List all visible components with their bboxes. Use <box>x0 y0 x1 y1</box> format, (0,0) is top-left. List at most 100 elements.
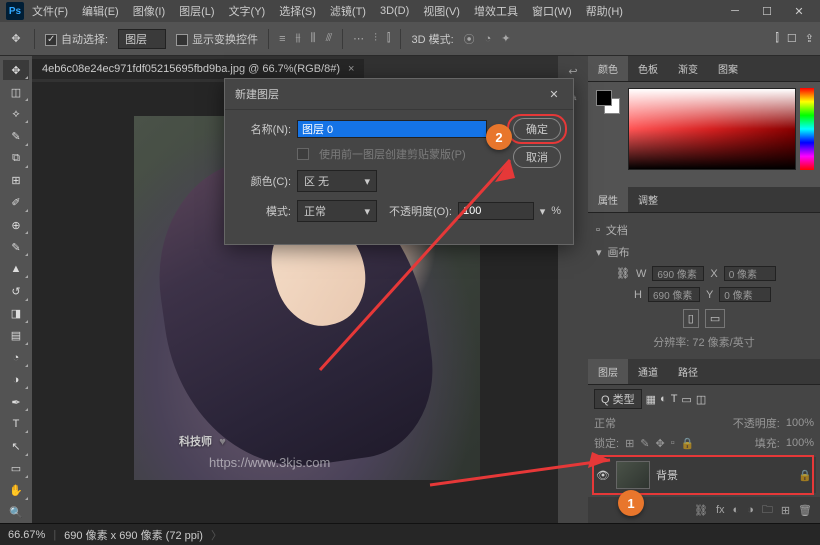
threed-icon-2[interactable]: ◔ <box>485 33 492 45</box>
brush-tool[interactable]: ✎ <box>3 237 29 257</box>
tab-adjustments[interactable]: 调整 <box>628 187 668 212</box>
tab-close-icon[interactable]: × <box>348 63 354 75</box>
history-brush-tool[interactable]: ↺ <box>3 281 29 301</box>
fill-value[interactable]: 100% <box>786 437 814 449</box>
maximize-button[interactable]: ☐ <box>752 1 782 21</box>
mode-select[interactable]: 正常▾ <box>297 200 377 222</box>
healing-tool[interactable]: ⊕ <box>3 215 29 235</box>
minimize-button[interactable]: ─ <box>720 1 750 21</box>
menu-window[interactable]: 窗口(W) <box>526 1 578 21</box>
lock-trans-icon[interactable]: ⊞ <box>625 437 634 450</box>
menu-image[interactable]: 图像(I) <box>127 1 171 21</box>
marquee-tool[interactable]: ◫ <box>3 82 29 102</box>
delete-layer-icon[interactable]: 🗑 <box>798 504 812 517</box>
path-select-tool[interactable]: ↖ <box>3 436 29 456</box>
menu-edit[interactable]: 编辑(E) <box>76 1 125 21</box>
layer-name[interactable]: 背景 <box>656 467 678 483</box>
menu-help[interactable]: 帮助(H) <box>580 1 629 21</box>
name-field[interactable] <box>297 120 487 138</box>
tab-swatches[interactable]: 色板 <box>628 56 668 81</box>
distribute-icon-3[interactable]: ⫿ <box>387 32 391 45</box>
menu-select[interactable]: 选择(S) <box>273 1 322 21</box>
menu-plugins[interactable]: 增效工具 <box>468 1 524 21</box>
menu-filter[interactable]: 滤镜(T) <box>324 1 372 21</box>
color-select[interactable]: 区 无▾ <box>297 170 377 192</box>
threed-icon-1[interactable]: ⦿ <box>464 31 475 47</box>
distribute-icon[interactable]: ⋯ <box>353 32 364 45</box>
height-field[interactable] <box>648 287 700 302</box>
opacity-value[interactable]: 100% <box>786 417 814 429</box>
visibility-icon[interactable]: 👁 <box>596 468 610 482</box>
tab-paths[interactable]: 路径 <box>668 359 708 384</box>
orientation-portrait-icon[interactable]: ▯ <box>683 309 699 328</box>
link-layers-icon[interactable]: ⛓ <box>694 504 708 517</box>
crop-tool[interactable]: ⧉ <box>3 149 29 169</box>
menu-layer[interactable]: 图层(L) <box>173 1 220 21</box>
zoom-level[interactable]: 66.67% <box>8 529 45 541</box>
gradient-tool[interactable]: ▤ <box>3 326 29 346</box>
lasso-tool[interactable]: ⟡ <box>3 104 29 124</box>
auto-select-target[interactable]: 图层 <box>118 29 166 49</box>
layer-mask-icon[interactable]: ◐ <box>733 504 740 516</box>
dodge-tool[interactable]: ◑ <box>3 370 29 390</box>
lock-pixels-icon[interactable]: ✎ <box>640 437 649 450</box>
move-tool[interactable]: ✥ <box>3 60 29 80</box>
align-icon-2[interactable]: ⫵ <box>295 32 300 45</box>
lock-all-icon[interactable]: 🔒 <box>681 437 695 450</box>
lock-pos-icon[interactable]: ✥ <box>656 437 665 450</box>
tab-properties[interactable]: 属性 <box>588 187 628 212</box>
zoom-tool[interactable]: 🔍 <box>3 503 29 523</box>
document-tab[interactable]: 4eb6c08e24ec971fdf05215695fbd9ba.jpg @ 6… <box>32 59 364 79</box>
stamp-tool[interactable]: ▲ <box>3 259 29 279</box>
distribute-icon-2[interactable]: ⫶ <box>374 32 377 45</box>
layer-thumbnail[interactable] <box>616 461 650 489</box>
align-icon[interactable]: ≡ <box>279 33 285 45</box>
layer-row-background[interactable]: 👁 背景 🔒 <box>592 457 816 493</box>
adjustment-layer-icon[interactable]: ◑ <box>747 504 754 516</box>
color-swatches[interactable] <box>596 90 620 114</box>
opacity-field[interactable] <box>458 202 534 220</box>
workspace-icon[interactable]: ☐ <box>787 32 797 45</box>
color-spectrum[interactable] <box>628 88 796 170</box>
tab-color[interactable]: 颜色 <box>588 56 628 81</box>
type-tool[interactable]: T <box>3 414 29 434</box>
pen-tool[interactable]: ✒ <box>3 392 29 412</box>
tab-gradients[interactable]: 渐变 <box>668 56 708 81</box>
blend-mode[interactable]: 正常 <box>594 415 616 431</box>
align-icon-3[interactable]: ⫼ <box>311 32 316 45</box>
dialog-close-icon[interactable]: ✕ <box>545 85 563 103</box>
threed-icon-3[interactable]: ✦ <box>501 32 510 45</box>
close-button[interactable]: ✕ <box>784 1 814 21</box>
y-field[interactable] <box>719 287 771 302</box>
menu-file[interactable]: 文件(F) <box>26 1 74 21</box>
tab-patterns[interactable]: 图案 <box>708 56 748 81</box>
blur-tool[interactable]: ◔ <box>3 348 29 368</box>
link-icon[interactable]: ⛓ <box>616 267 630 280</box>
menu-view[interactable]: 视图(V) <box>417 1 466 21</box>
new-layer-icon[interactable]: ⊞ <box>781 504 790 517</box>
tab-layers[interactable]: 图层 <box>588 359 628 384</box>
lock-artboard-icon[interactable]: ▫ <box>671 437 675 449</box>
layer-style-icon[interactable]: fx <box>716 504 725 516</box>
hand-tool[interactable]: ✋ <box>3 481 29 501</box>
search-icon[interactable]: ⫿ <box>775 32 779 45</box>
frame-tool[interactable]: ⊞ <box>3 171 29 191</box>
filter-shape-icon[interactable]: ▭ <box>681 393 691 406</box>
eyedropper-tool[interactable]: ✐ <box>3 193 29 213</box>
width-field[interactable] <box>652 266 704 281</box>
orientation-landscape-icon[interactable]: ▭ <box>705 309 725 328</box>
shape-tool[interactable]: ▭ <box>3 459 29 479</box>
group-icon[interactable]: 🗀 <box>762 501 773 520</box>
auto-select-checkbox[interactable]: 自动选择: <box>45 31 108 47</box>
hue-strip[interactable] <box>800 88 814 170</box>
eraser-tool[interactable]: ◨ <box>3 304 29 324</box>
filter-adjust-icon[interactable]: ◐ <box>660 393 667 405</box>
x-field[interactable] <box>724 266 776 281</box>
layer-filter-type[interactable]: Q 类型 <box>594 389 642 409</box>
filter-smart-icon[interactable]: ◫ <box>696 393 706 406</box>
align-icon-4[interactable]: ⫻ <box>326 32 333 45</box>
filter-pixels-icon[interactable]: ▦ <box>646 393 656 406</box>
menu-type[interactable]: 文字(Y) <box>223 1 272 21</box>
ok-button[interactable]: 确定 <box>513 118 561 140</box>
menu-3d[interactable]: 3D(D) <box>374 3 415 19</box>
